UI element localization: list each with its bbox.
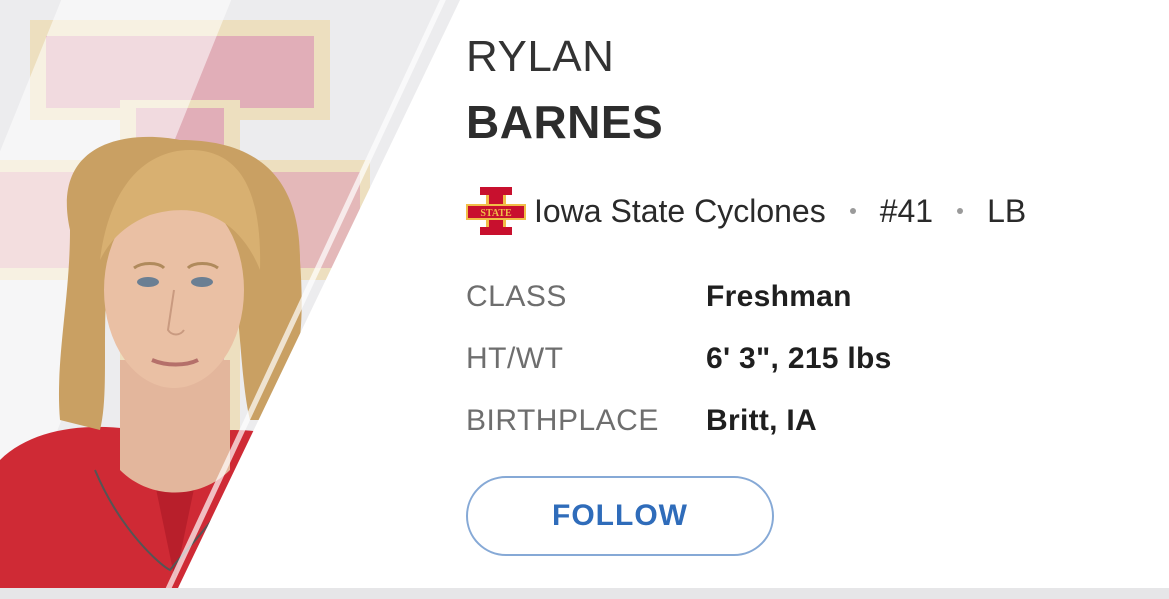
player-first-name: RYLAN (466, 32, 615, 81)
team-logo-text: STATE (480, 208, 512, 219)
attribute-row-birthplace: BIRTHPLACE Britt, IA (466, 390, 892, 452)
iowa-state-logo-icon[interactable]: STATE (466, 187, 526, 235)
attribute-value: Freshman (706, 280, 852, 313)
player-photo (0, 136, 360, 588)
attribute-value: 6' 3", 215 lbs (706, 342, 892, 375)
attribute-label: HT/WT (466, 342, 564, 375)
player-position: LB (987, 192, 1027, 229)
separator-dot (849, 208, 856, 214)
attribute-row-ht-wt: HT/WT 6' 3", 215 lbs (466, 328, 892, 390)
team-row: STATE Iowa State Cyclones #41 LB (466, 186, 1026, 236)
attribute-label: BIRTHPLACE (466, 404, 659, 437)
attribute-row-class: CLASS Freshman (466, 266, 892, 328)
follow-button[interactable]: FOLLOW (466, 476, 774, 556)
team-name-link[interactable]: Iowa State Cyclones (534, 193, 826, 230)
attribute-label: CLASS (466, 280, 567, 313)
player-last-name: BARNES (466, 96, 664, 148)
player-info: RYLAN BARNES STATE Iowa State Cyclones #… (466, 0, 1169, 599)
attribute-value: Britt, IA (706, 404, 818, 437)
bottom-divider (0, 588, 1169, 599)
player-hero (0, 0, 460, 588)
player-attributes: CLASS Freshman HT/WT 6' 3", 215 lbs BIRT… (466, 266, 892, 452)
separator-dot (957, 208, 964, 214)
jersey-number: #41 (879, 192, 934, 229)
